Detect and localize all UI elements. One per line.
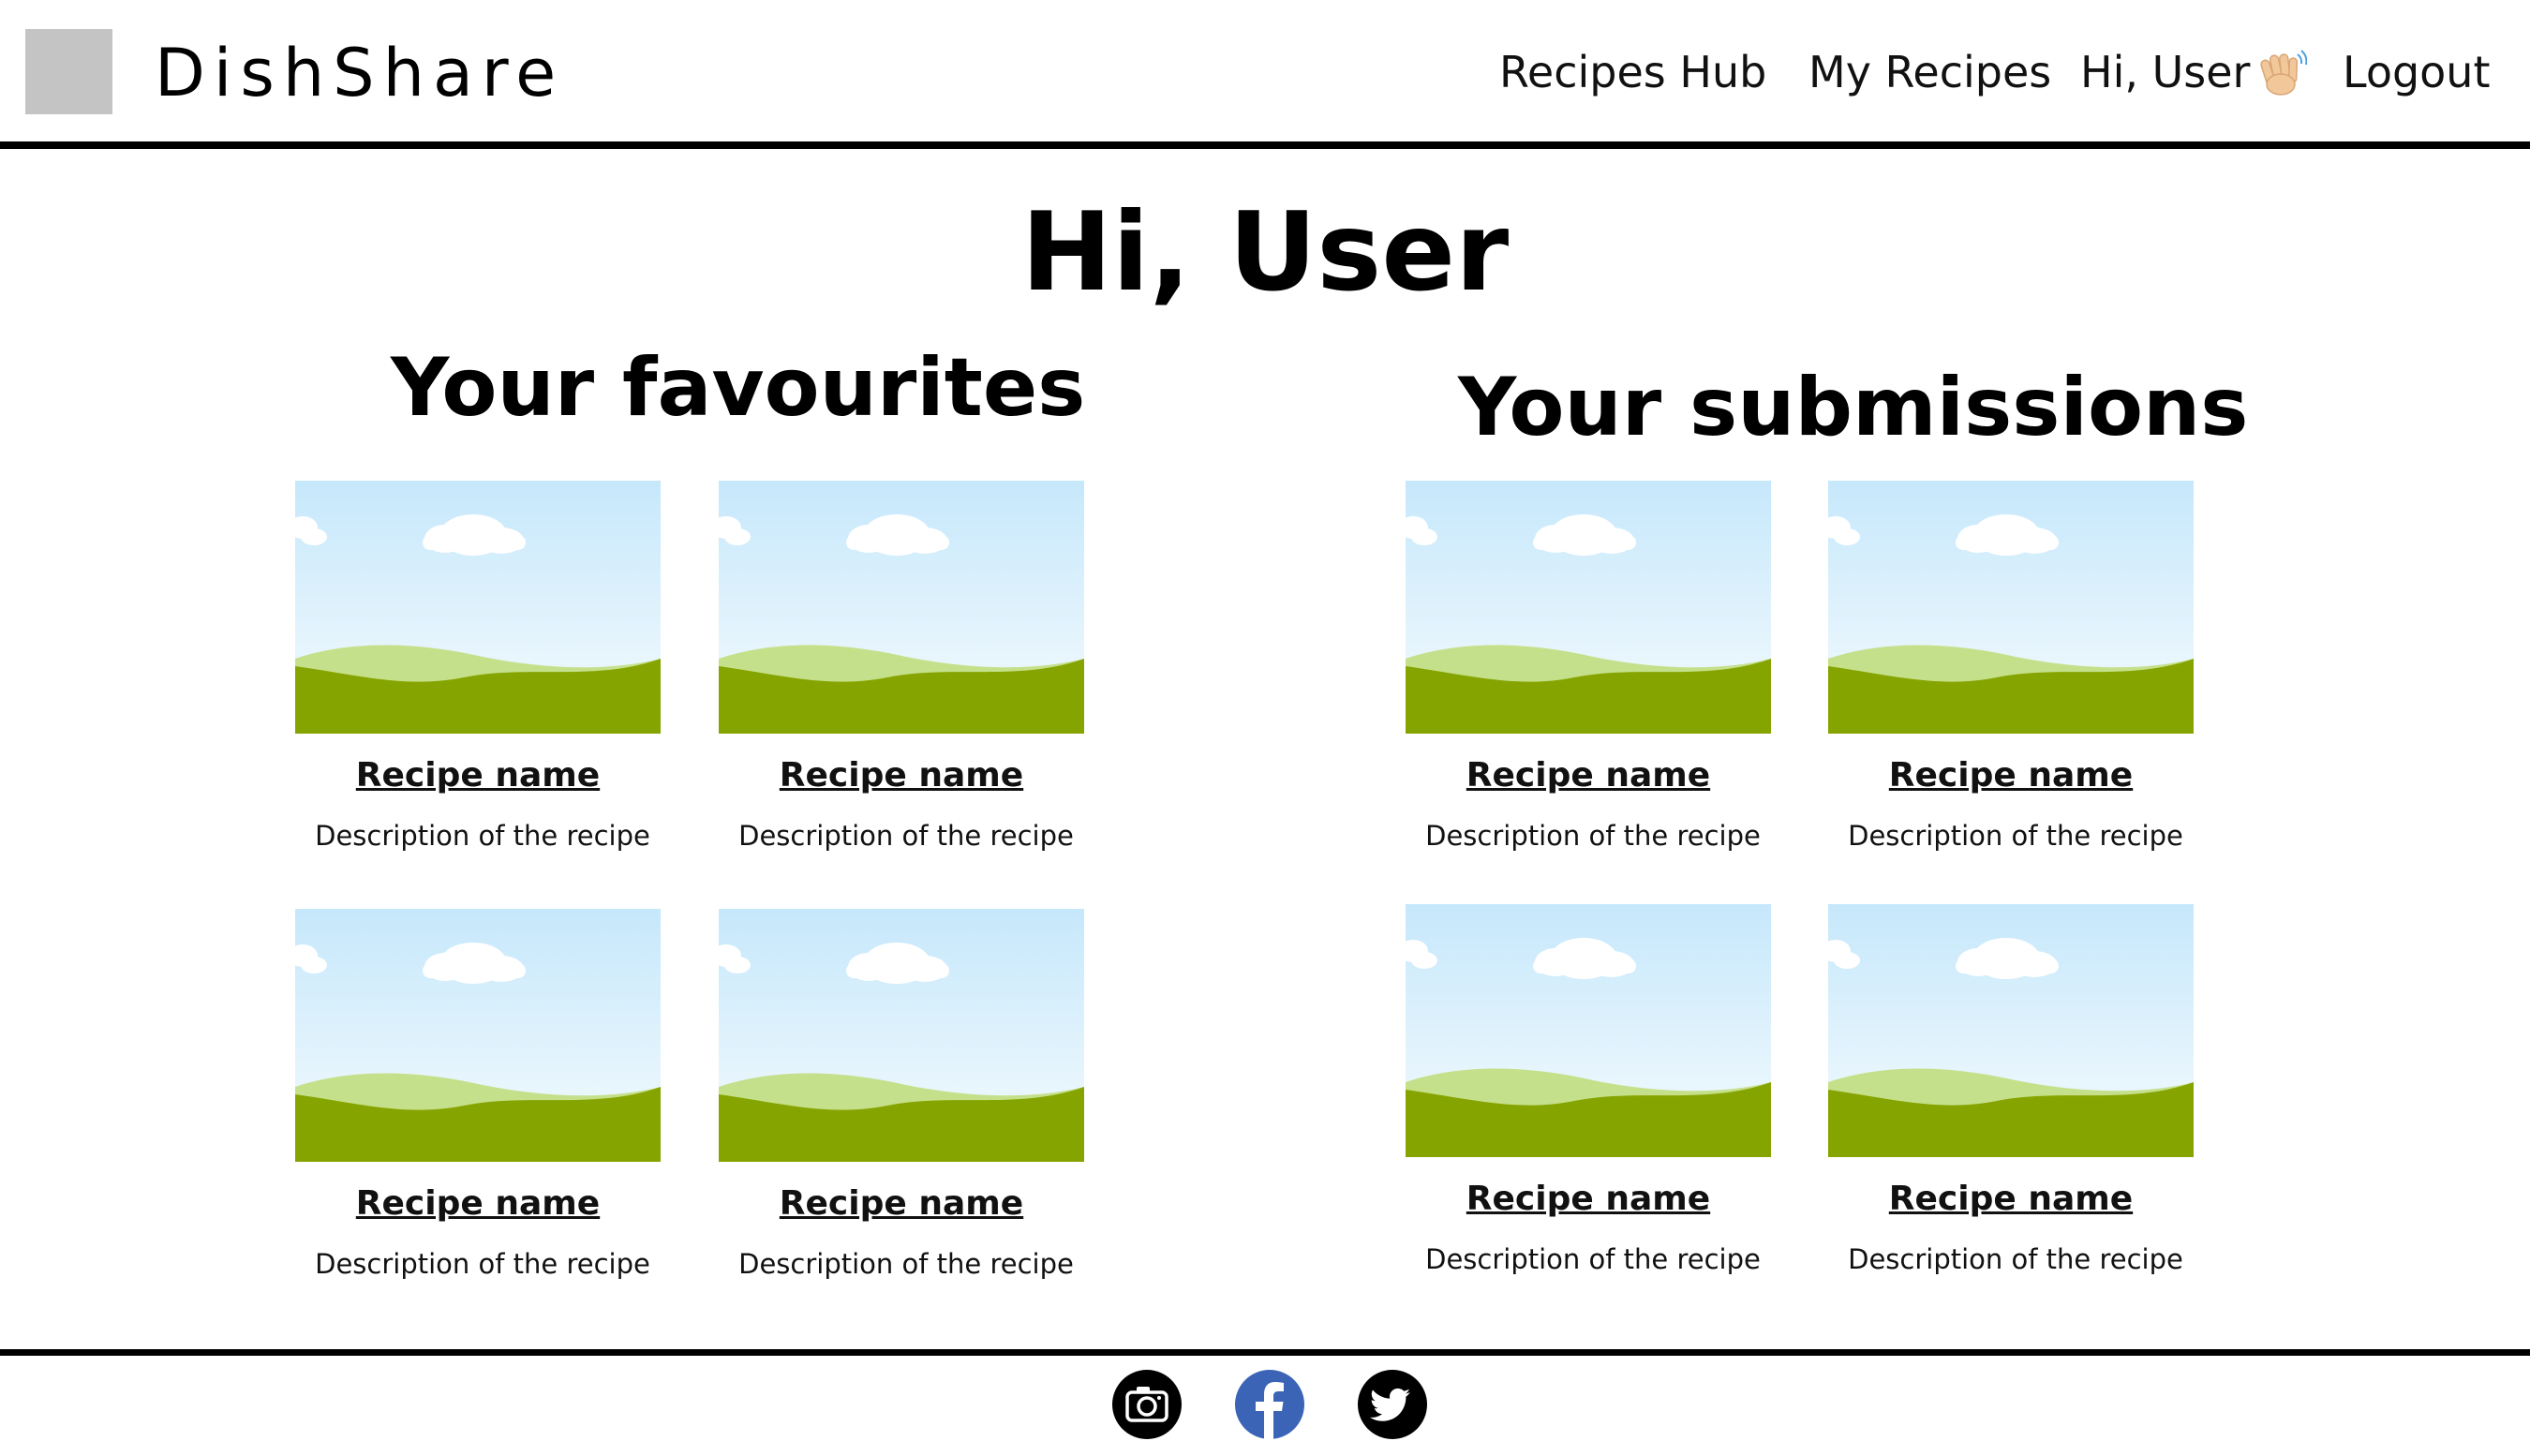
nav-greeting: Hi, User	[2080, 47, 2251, 97]
recipe-name-link[interactable]: Recipe name	[295, 1181, 661, 1227]
brand-name[interactable]: DishShare	[155, 28, 564, 118]
site-header: DishShare Recipes Hub My Recipes Hi, Use…	[0, 0, 2530, 142]
facebook-icon[interactable]	[1235, 1370, 1304, 1439]
recipe-name-link[interactable]: Recipe name	[1406, 752, 1771, 799]
recipe-name-link[interactable]: Recipe name	[1828, 752, 2194, 799]
recipe-description: Description of the recipe	[1425, 820, 1761, 852]
page-title: Hi, User	[1020, 189, 1510, 316]
recipe-image[interactable]	[719, 481, 1084, 734]
recipe-image[interactable]	[1828, 481, 2194, 734]
header-divider	[0, 141, 2530, 149]
recipe-image[interactable]	[719, 909, 1084, 1162]
recipe-name-link[interactable]: Recipe name	[295, 752, 661, 799]
footer-divider	[0, 1349, 2530, 1356]
recipe-description: Description of the recipe	[1425, 1243, 1761, 1275]
recipe-name-link[interactable]: Recipe name	[1828, 1176, 2194, 1223]
recipe-image[interactable]	[1406, 481, 1771, 734]
nav-my-recipes[interactable]: My Recipes	[1808, 37, 2051, 107]
recipe-image[interactable]	[295, 481, 661, 734]
recipe-image[interactable]	[1828, 904, 2194, 1157]
recipe-description: Description of the recipe	[315, 1248, 650, 1280]
recipe-name-link[interactable]: Recipe name	[1406, 1176, 1771, 1223]
nav-logout[interactable]: Logout	[2343, 37, 2491, 107]
recipe-image[interactable]	[1406, 904, 1771, 1157]
recipe-description: Description of the recipe	[315, 820, 650, 852]
submissions-heading: Your submissions	[1458, 361, 2249, 454]
camera-icon[interactable]	[1112, 1370, 1182, 1439]
recipe-description: Description of the recipe	[738, 1248, 1074, 1280]
nav-recipes-hub[interactable]: Recipes Hub	[1499, 37, 1766, 107]
recipe-description: Description of the recipe	[1848, 1243, 2183, 1275]
recipe-image[interactable]	[295, 909, 661, 1162]
recipe-name-link[interactable]: Recipe name	[719, 752, 1084, 799]
logo-placeholder[interactable]	[25, 29, 112, 114]
recipe-description: Description of the recipe	[1848, 820, 2183, 852]
waving-hand-icon	[2260, 50, 2307, 96]
recipe-name-link[interactable]: Recipe name	[719, 1181, 1084, 1227]
favourites-heading: Your favourites	[391, 341, 1086, 435]
twitter-icon[interactable]	[1358, 1370, 1427, 1439]
recipe-description: Description of the recipe	[738, 820, 1074, 852]
